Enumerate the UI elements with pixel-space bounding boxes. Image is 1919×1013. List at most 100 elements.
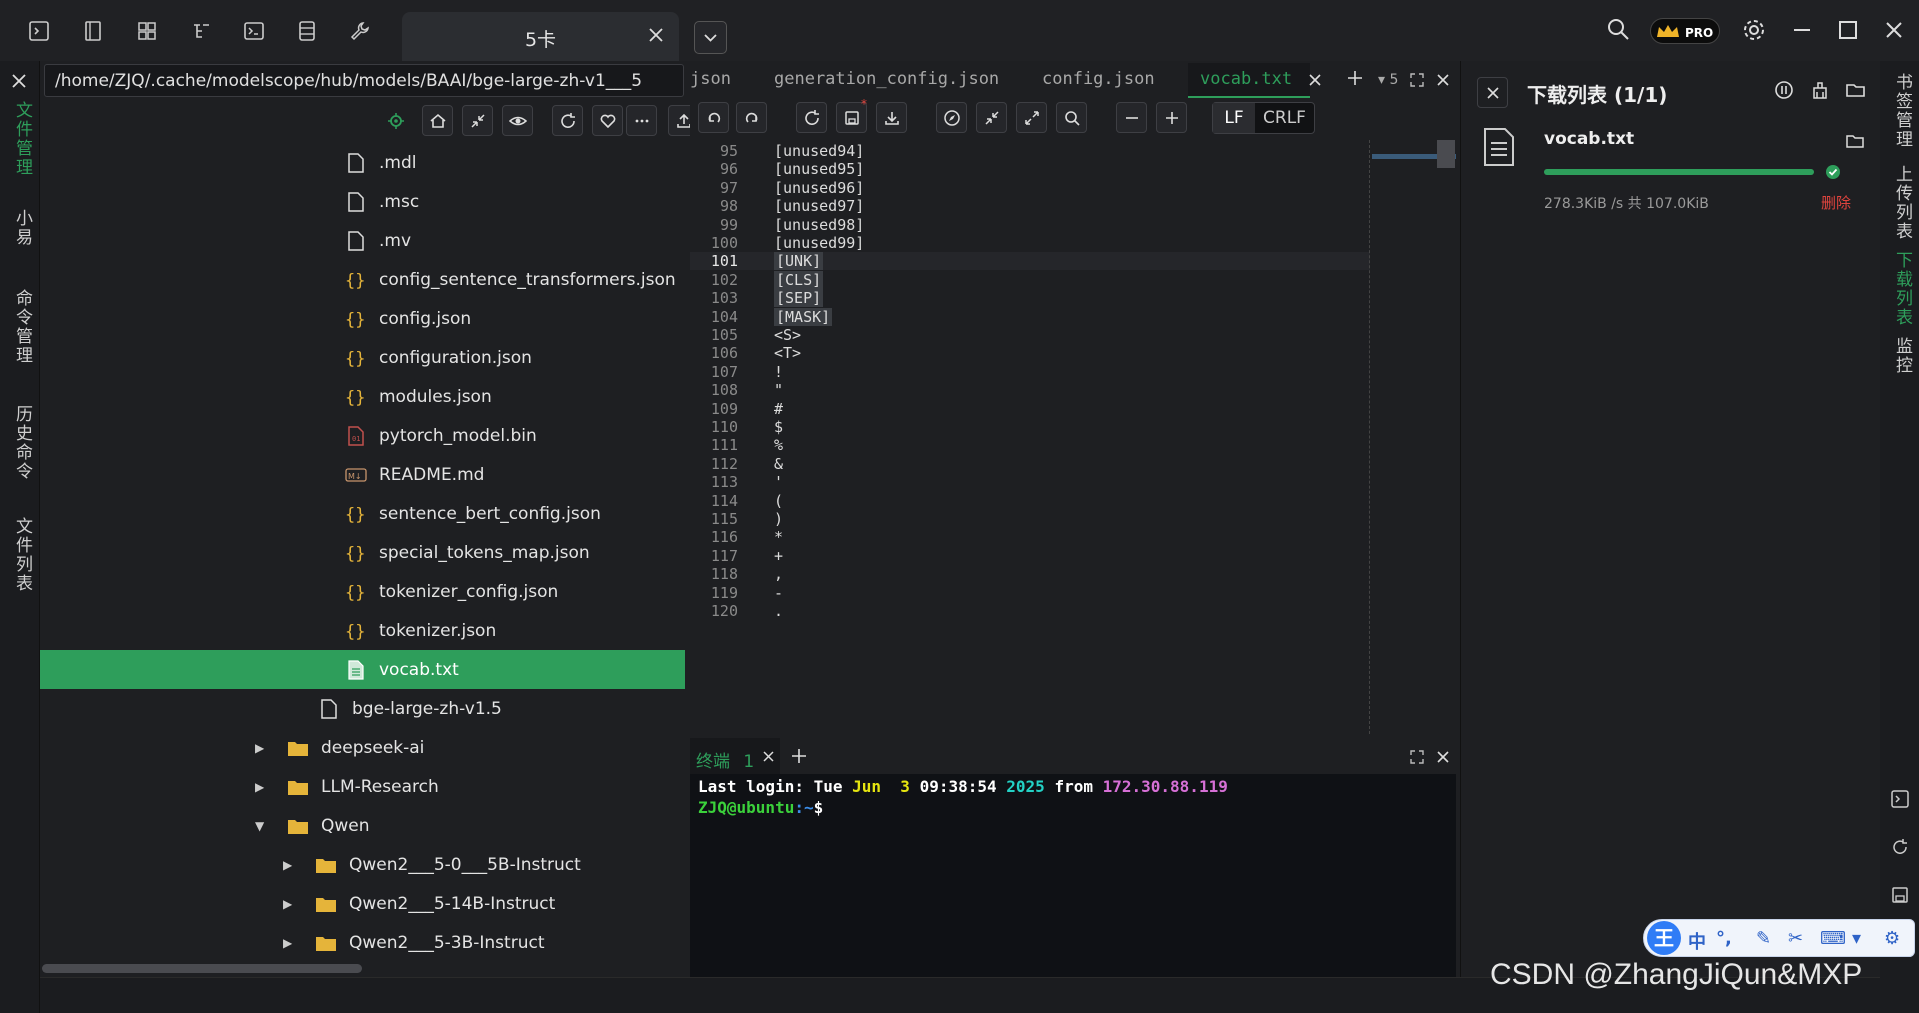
side-save-icon[interactable]: [1890, 885, 1910, 905]
tree-row[interactable]: .mdl: [40, 143, 685, 182]
document-icon[interactable]: [82, 20, 106, 44]
download-panel-close-button[interactable]: [1477, 77, 1508, 108]
console-icon[interactable]: [243, 20, 267, 44]
editor-close-icon[interactable]: [1436, 73, 1450, 87]
grid-icon[interactable]: [136, 20, 160, 44]
ime-punctuation-icon[interactable]: °,: [1716, 928, 1732, 949]
wrench-icon[interactable]: [349, 20, 373, 44]
rail-close-icon[interactable]: [11, 73, 27, 89]
session-dropdown-button[interactable]: [694, 21, 727, 54]
tree-row[interactable]: {} config.json: [40, 299, 685, 338]
home-button[interactable]: [422, 105, 453, 136]
tree-row[interactable]: bge-large-zh-v1.5: [40, 689, 685, 728]
rail-item-history-commands[interactable]: 历史命令: [10, 405, 35, 481]
more-button[interactable]: [626, 105, 657, 136]
side-terminal-icon[interactable]: [1890, 789, 1910, 809]
minimize-icon[interactable]: [1792, 20, 1812, 40]
side-refresh-icon[interactable]: [1890, 837, 1910, 857]
tree-row[interactable]: .mv: [40, 221, 685, 260]
terminal-output[interactable]: Last login: Tue Jun 3 09:38:54 2025 from…: [698, 776, 1228, 818]
tree-row[interactable]: {} configuration.json: [40, 338, 685, 377]
maximize-icon[interactable]: [1838, 20, 1858, 40]
new-terminal-icon[interactable]: [790, 747, 808, 765]
vertical-scrollbar[interactable]: [1437, 140, 1455, 168]
ime-logo[interactable]: 王: [1647, 921, 1681, 955]
ime-skin-icon[interactable]: ▾: [1852, 928, 1861, 949]
tree-row[interactable]: vocab.txt: [40, 650, 685, 689]
tree-row[interactable]: ▶ deepseek-ai: [40, 728, 685, 767]
rail-item-command-manager[interactable]: 命令管理: [10, 289, 35, 365]
tab-config[interactable]: config.json: [1042, 69, 1155, 89]
terminal-close-icon[interactable]: [1436, 750, 1450, 764]
window-close-icon[interactable]: [1884, 20, 1904, 40]
collapse-button[interactable]: [462, 105, 493, 136]
chevron-right-icon[interactable]: ▶: [283, 936, 295, 950]
tab-generation-config[interactable]: generation_config.json: [774, 69, 999, 89]
terminal-icon[interactable]: [28, 20, 52, 44]
rail-item-xiaoyi[interactable]: 小易: [10, 209, 35, 247]
clear-icon[interactable]: [1809, 79, 1831, 101]
horizontal-scrollbar[interactable]: [42, 964, 362, 973]
pause-all-icon[interactable]: [1773, 79, 1795, 101]
tree-row[interactable]: ▶ Qwen2___5-3B-Instruct: [40, 923, 685, 962]
new-tab-icon[interactable]: [1346, 69, 1364, 87]
tab-json[interactable]: json: [690, 69, 731, 89]
tab-close-icon[interactable]: [1308, 73, 1322, 87]
enlarge-button[interactable]: [1016, 102, 1047, 133]
refresh-button[interactable]: [552, 105, 583, 136]
undo-button[interactable]: [698, 102, 729, 133]
find-button[interactable]: [1056, 102, 1087, 133]
shrink-button[interactable]: [976, 102, 1007, 133]
ime-scissors-icon[interactable]: ✂: [1788, 928, 1803, 949]
favorite-button[interactable]: [592, 105, 623, 136]
rail-item-file-list[interactable]: 文件列表: [10, 517, 35, 593]
search-icon[interactable]: [1606, 17, 1630, 41]
pro-badge[interactable]: PRO: [1650, 18, 1720, 44]
close-icon[interactable]: [647, 26, 665, 44]
download-item-folder-icon[interactable]: [1845, 131, 1865, 151]
chevron-right-icon[interactable]: ▶: [255, 741, 267, 755]
tab-count[interactable]: ▾ 5: [1378, 72, 1398, 88]
code-area[interactable]: 95 [unused94] 96 [unused95] 97 [unused96] 98 [u…: [690, 140, 1456, 734]
terminal-tab[interactable]: 终端 1: [690, 738, 780, 774]
chevron-right-icon[interactable]: ▶: [255, 780, 267, 794]
tree-row[interactable]: {} tokenizer.json: [40, 611, 685, 650]
eol-crlf-button[interactable]: CRLF: [1255, 108, 1314, 128]
expand-icon[interactable]: [1410, 73, 1424, 87]
gear-icon[interactable]: [1742, 18, 1766, 42]
reload-button[interactable]: [796, 102, 827, 133]
ime-mode[interactable]: 中: [1688, 928, 1706, 954]
tree-row[interactable]: ▶ Qwen2___5-14B-Instruct: [40, 884, 685, 923]
path-input[interactable]: [44, 64, 684, 97]
session-tab[interactable]: 5卡: [402, 12, 679, 61]
tree-row[interactable]: {} special_tokens_map.json: [40, 533, 685, 572]
rail-item-bookmarks[interactable]: 书签管理: [1890, 73, 1915, 149]
download-button[interactable]: [876, 102, 907, 133]
tree-row[interactable]: ▶ LLM-Research: [40, 767, 685, 806]
rail-item-upload-list[interactable]: 上传列表: [1890, 165, 1915, 241]
rail-item-download-list[interactable]: 下载列表: [1890, 251, 1915, 327]
rail-item-monitor[interactable]: 监控: [1890, 337, 1915, 375]
ime-toolbar[interactable]: 王 中 °, ✎ ✂ ⌨ ▾ ⚙: [1643, 919, 1915, 957]
download-delete-link[interactable]: 删除: [1821, 192, 1851, 213]
tree-row[interactable]: .msc: [40, 182, 685, 221]
tree-row[interactable]: {} modules.json: [40, 377, 685, 416]
tree-row[interactable]: {} sentence_bert_config.json: [40, 494, 685, 533]
ime-handwriting-icon[interactable]: ✎: [1756, 928, 1771, 949]
tree-icon[interactable]: [190, 20, 214, 44]
chevron-right-icon[interactable]: ▶: [283, 897, 295, 911]
save-button[interactable]: *: [836, 97, 867, 133]
ime-keyboard-icon[interactable]: ⌨: [1820, 928, 1846, 949]
open-folder-icon[interactable]: [1845, 79, 1867, 101]
tree-row[interactable]: {} config_sentence_transformers.json: [40, 260, 685, 299]
chevron-down-icon[interactable]: ▼: [255, 819, 267, 833]
tree-row[interactable]: 01 pytorch_model.bin: [40, 416, 685, 455]
server-icon[interactable]: [296, 20, 320, 44]
tree-row[interactable]: {} tokenizer_config.json: [40, 572, 685, 611]
ime-settings-icon[interactable]: ⚙: [1884, 928, 1900, 949]
zoom-in-button[interactable]: [1156, 102, 1187, 133]
chevron-right-icon[interactable]: ▶: [283, 858, 295, 872]
compass-button[interactable]: [936, 102, 967, 133]
locate-icon[interactable]: [380, 105, 411, 136]
tab-vocab[interactable]: vocab.txt: [1200, 69, 1292, 89]
